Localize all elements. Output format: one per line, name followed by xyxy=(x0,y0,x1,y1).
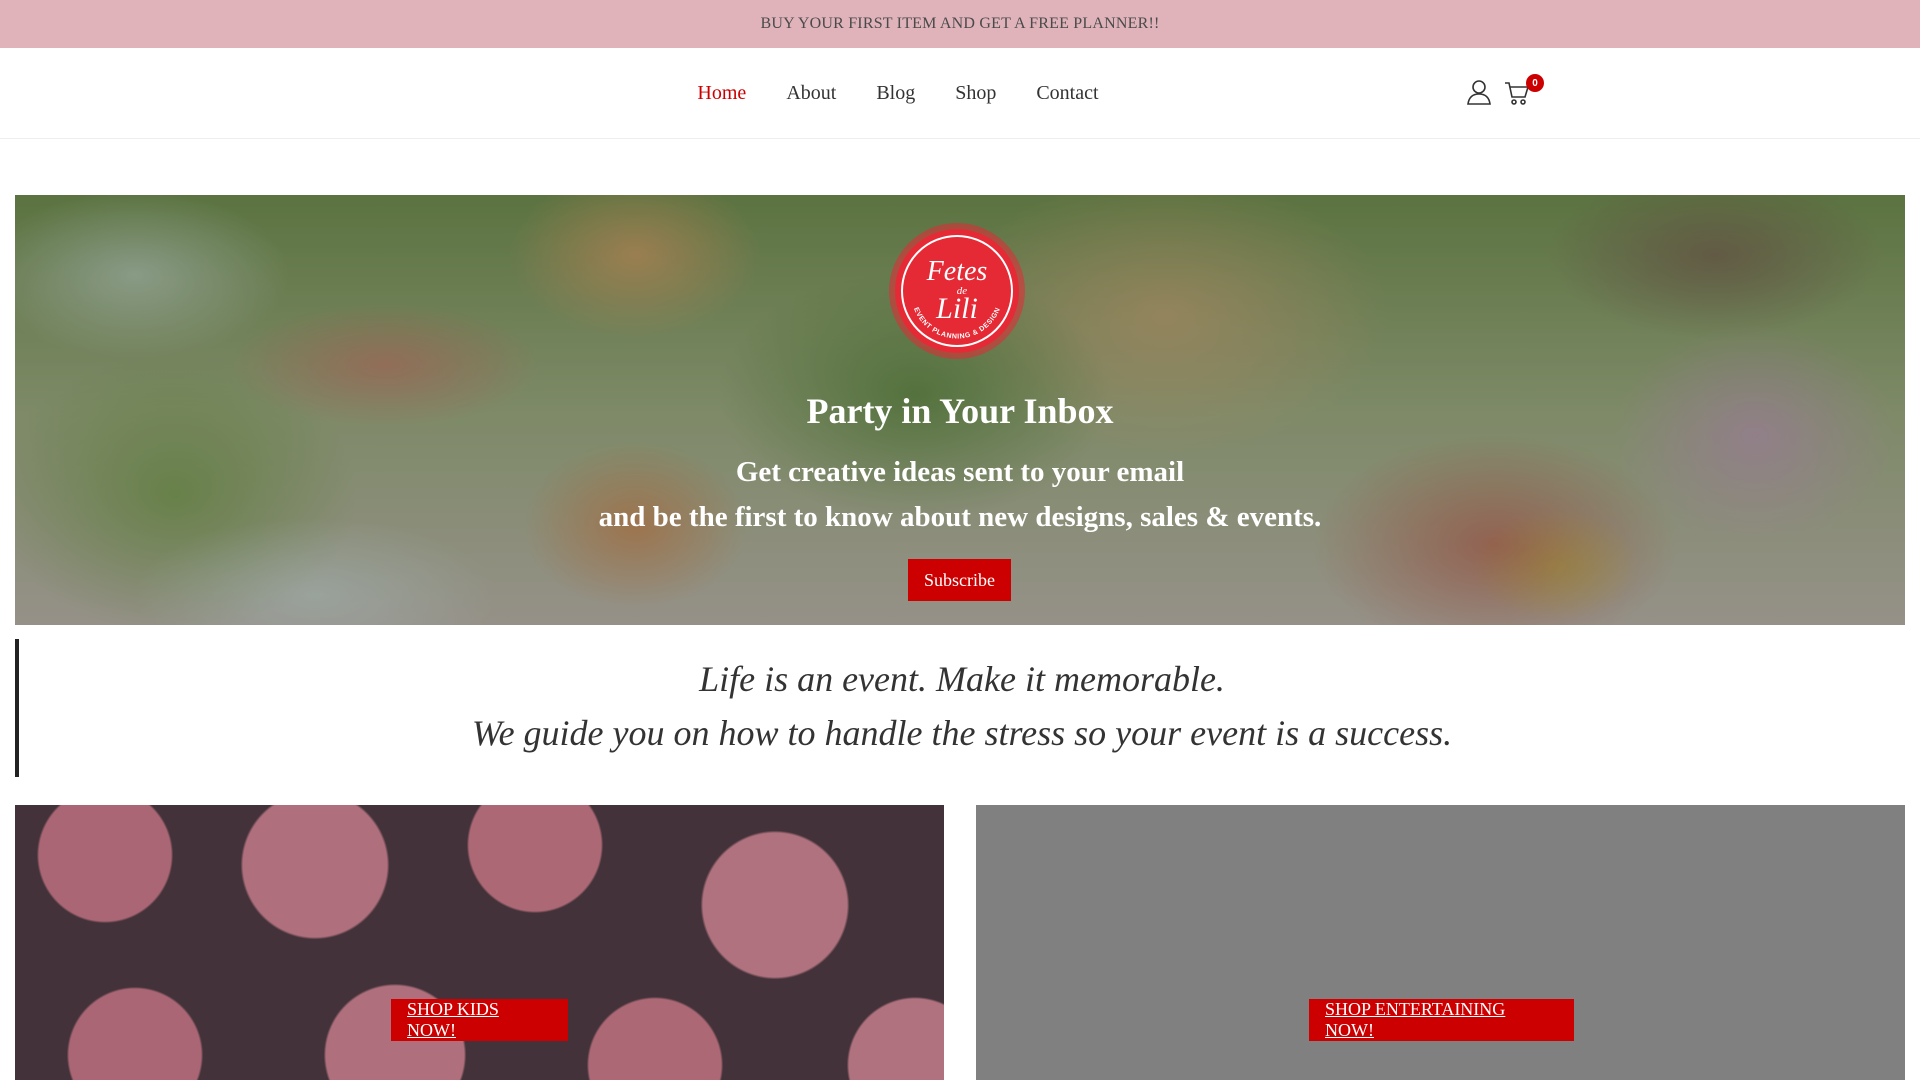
tagline-quote: Life is an event. Make it memorable. We … xyxy=(15,639,1905,777)
announcement-bar: BUY YOUR FIRST ITEM AND GET A FREE PLANN… xyxy=(0,0,1920,48)
kids-shop-tile[interactable]: SHOP KIDS NOW! xyxy=(15,805,944,1080)
subscribe-button[interactable]: Subscribe xyxy=(908,559,1011,601)
main-nav: Home About Blog Shop Contact xyxy=(0,48,1920,139)
svg-text:Lili: Lili xyxy=(935,292,978,325)
announcement-text: BUY YOUR FIRST ITEM AND GET A FREE PLANN… xyxy=(760,15,1160,32)
fetes-de-lili-logo: Fetes de Lili EVENT PLANNING & DESIGN xyxy=(889,223,1025,359)
nav-contact[interactable]: Contact xyxy=(1036,82,1098,105)
hero-title: Party in Your Inbox xyxy=(806,391,1114,431)
svg-text:Fetes: Fetes xyxy=(926,256,988,287)
cart-count-badge: 0 xyxy=(1526,74,1544,92)
nav-shop[interactable]: Shop xyxy=(955,82,996,105)
quote-line1: Life is an event. Make it memorable. xyxy=(699,659,1225,699)
user-icon[interactable] xyxy=(1465,78,1493,106)
quote-line2: We guide you on how to handle the stress… xyxy=(471,713,1453,753)
site-header: Home About Blog Shop Contact 0 xyxy=(0,48,1920,139)
shop-kids-button[interactable]: SHOP KIDS NOW! xyxy=(391,999,568,1041)
nav-blog[interactable]: Blog xyxy=(876,82,915,105)
shop-entertaining-button[interactable]: SHOP ENTERTAINING NOW! xyxy=(1309,999,1574,1041)
nav-about[interactable]: About xyxy=(786,82,836,105)
newsletter-hero: Fetes de Lili EVENT PLANNING & DESIGN Pa… xyxy=(15,195,1905,625)
hero-subtitle-line2: and be the first to know about new desig… xyxy=(598,501,1322,533)
nav-home[interactable]: Home xyxy=(697,82,746,105)
hero-subtitle-line1: Get creative ideas sent to your email xyxy=(735,456,1185,488)
entertaining-shop-tile[interactable]: SHOP ENTERTAINING NOW! xyxy=(976,805,1905,1080)
